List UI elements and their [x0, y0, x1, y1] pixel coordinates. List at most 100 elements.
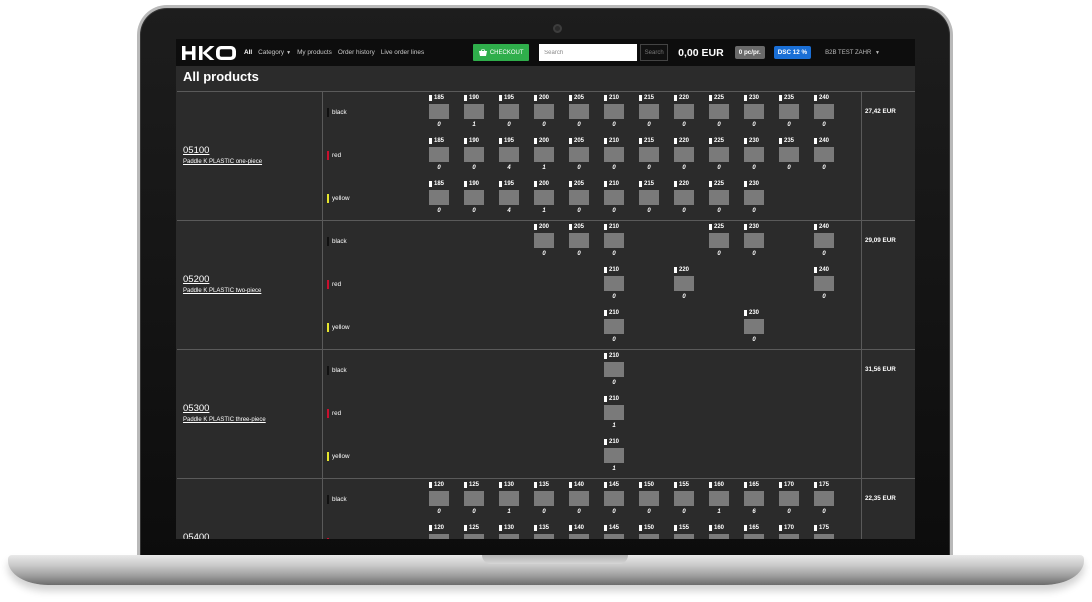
- quantity-input[interactable]: [814, 233, 834, 248]
- quantity-input[interactable]: [779, 491, 799, 506]
- product-name-link[interactable]: Paddle K PLASTIC three-piece: [183, 417, 266, 423]
- quantity-input[interactable]: [814, 491, 834, 506]
- quantity-input[interactable]: [604, 104, 624, 119]
- quantity-input[interactable]: [779, 104, 799, 119]
- quantity-input[interactable]: [499, 190, 519, 205]
- quantity-input[interactable]: [464, 534, 484, 539]
- quantity-input[interactable]: [534, 534, 554, 539]
- quantity-input[interactable]: [604, 405, 624, 420]
- quantity-input[interactable]: [604, 448, 624, 463]
- user-menu[interactable]: B2B TEST ZAHR ▼: [825, 50, 880, 56]
- quantity-input[interactable]: [674, 276, 694, 291]
- quantity-input[interactable]: [709, 534, 729, 539]
- quantity-input[interactable]: [429, 491, 449, 506]
- quantity-input[interactable]: [569, 233, 589, 248]
- quantity-input[interactable]: [639, 534, 659, 539]
- nav-category[interactable]: Category ▼: [258, 49, 291, 56]
- quantity-input[interactable]: [709, 104, 729, 119]
- quantity-input[interactable]: [709, 491, 729, 506]
- quantity-input[interactable]: [779, 534, 799, 539]
- search-button[interactable]: Search: [640, 44, 669, 61]
- quantity-input[interactable]: [814, 147, 834, 162]
- quantity-input[interactable]: [569, 147, 589, 162]
- quantity-input[interactable]: [499, 491, 519, 506]
- quantity-input[interactable]: [534, 491, 554, 506]
- cart-total[interactable]: 0,00 EUR: [678, 47, 724, 59]
- size-value: 125: [469, 482, 480, 488]
- quantity-input[interactable]: [639, 190, 659, 205]
- quantity-input[interactable]: [534, 190, 554, 205]
- size-label: 205: [569, 137, 591, 145]
- quantity-input[interactable]: [674, 104, 694, 119]
- product-code-link[interactable]: 05300: [183, 403, 209, 414]
- size-value: 185: [434, 138, 445, 144]
- quantity-input[interactable]: [744, 190, 764, 205]
- quantity-input[interactable]: [604, 147, 624, 162]
- quantity-input[interactable]: [464, 190, 484, 205]
- quantity-input[interactable]: [639, 104, 659, 119]
- hko-logo[interactable]: [181, 43, 239, 63]
- size-label: 190: [464, 94, 486, 102]
- nav-live-order-lines[interactable]: Live order lines: [381, 49, 424, 56]
- size-value: 215: [644, 181, 655, 187]
- quantity-input[interactable]: [709, 147, 729, 162]
- quantity-input[interactable]: [779, 147, 799, 162]
- product-name-link[interactable]: Paddle K PLASTIC one-piece: [183, 159, 262, 165]
- quantity-input[interactable]: [429, 190, 449, 205]
- quantity-input[interactable]: [674, 190, 694, 205]
- quantity-input[interactable]: [814, 104, 834, 119]
- quantity-input[interactable]: [499, 534, 519, 539]
- quantity-input[interactable]: [604, 276, 624, 291]
- quantity-input[interactable]: [744, 319, 764, 334]
- size-value: 225: [714, 181, 725, 187]
- product-info-cell: 05400: [177, 479, 323, 539]
- product-code-link[interactable]: 05100: [183, 145, 209, 156]
- nav-my-products[interactable]: My products: [297, 49, 332, 56]
- quantity-input[interactable]: [569, 491, 589, 506]
- quantity-input[interactable]: [569, 190, 589, 205]
- quantity-input[interactable]: [604, 319, 624, 334]
- quantity-input[interactable]: [744, 104, 764, 119]
- quantity-input[interactable]: [639, 147, 659, 162]
- quantity-input[interactable]: [499, 104, 519, 119]
- size-label: 185: [429, 180, 451, 188]
- nav-all[interactable]: All: [244, 49, 252, 56]
- nav-order-history[interactable]: Order history: [338, 49, 375, 56]
- quantity-input[interactable]: [709, 190, 729, 205]
- quantity-input[interactable]: [814, 534, 834, 539]
- quantity-input[interactable]: [429, 147, 449, 162]
- quantity-input[interactable]: [464, 147, 484, 162]
- search-input[interactable]: [539, 44, 638, 61]
- quantity-input[interactable]: [464, 104, 484, 119]
- quantity-input[interactable]: [604, 534, 624, 539]
- quantity-input[interactable]: [499, 147, 519, 162]
- quantity-input[interactable]: [604, 233, 624, 248]
- quantity-input[interactable]: [674, 491, 694, 506]
- quantity-input[interactable]: [569, 104, 589, 119]
- quantity-input[interactable]: [569, 534, 589, 539]
- quantity-input[interactable]: [534, 233, 554, 248]
- quantity-input[interactable]: [534, 147, 554, 162]
- quantity-input[interactable]: [744, 147, 764, 162]
- product-code-link[interactable]: 05400: [183, 532, 209, 539]
- size-label: 235: [779, 137, 801, 145]
- quantity-input[interactable]: [604, 491, 624, 506]
- quantity-input[interactable]: [604, 190, 624, 205]
- quantity-input[interactable]: [429, 104, 449, 119]
- quantity-input[interactable]: [464, 491, 484, 506]
- quantity-input[interactable]: [674, 534, 694, 539]
- quantity-input[interactable]: [744, 491, 764, 506]
- quantity-input[interactable]: [744, 534, 764, 539]
- quantity-input[interactable]: [674, 147, 694, 162]
- product-code-link[interactable]: 05200: [183, 274, 209, 285]
- quantity-input[interactable]: [639, 491, 659, 506]
- quantity-input[interactable]: [709, 233, 729, 248]
- product-name-link[interactable]: Paddle K PLASTIC two-piece: [183, 288, 261, 294]
- quantity-input[interactable]: [814, 276, 834, 291]
- quantity-input[interactable]: [744, 233, 764, 248]
- quantity-input[interactable]: [604, 362, 624, 377]
- checkout-button[interactable]: CHECKOUT: [473, 44, 530, 61]
- quantity-input[interactable]: [534, 104, 554, 119]
- quantity-input[interactable]: [429, 534, 449, 539]
- size-cell: 235 0: [779, 94, 801, 128]
